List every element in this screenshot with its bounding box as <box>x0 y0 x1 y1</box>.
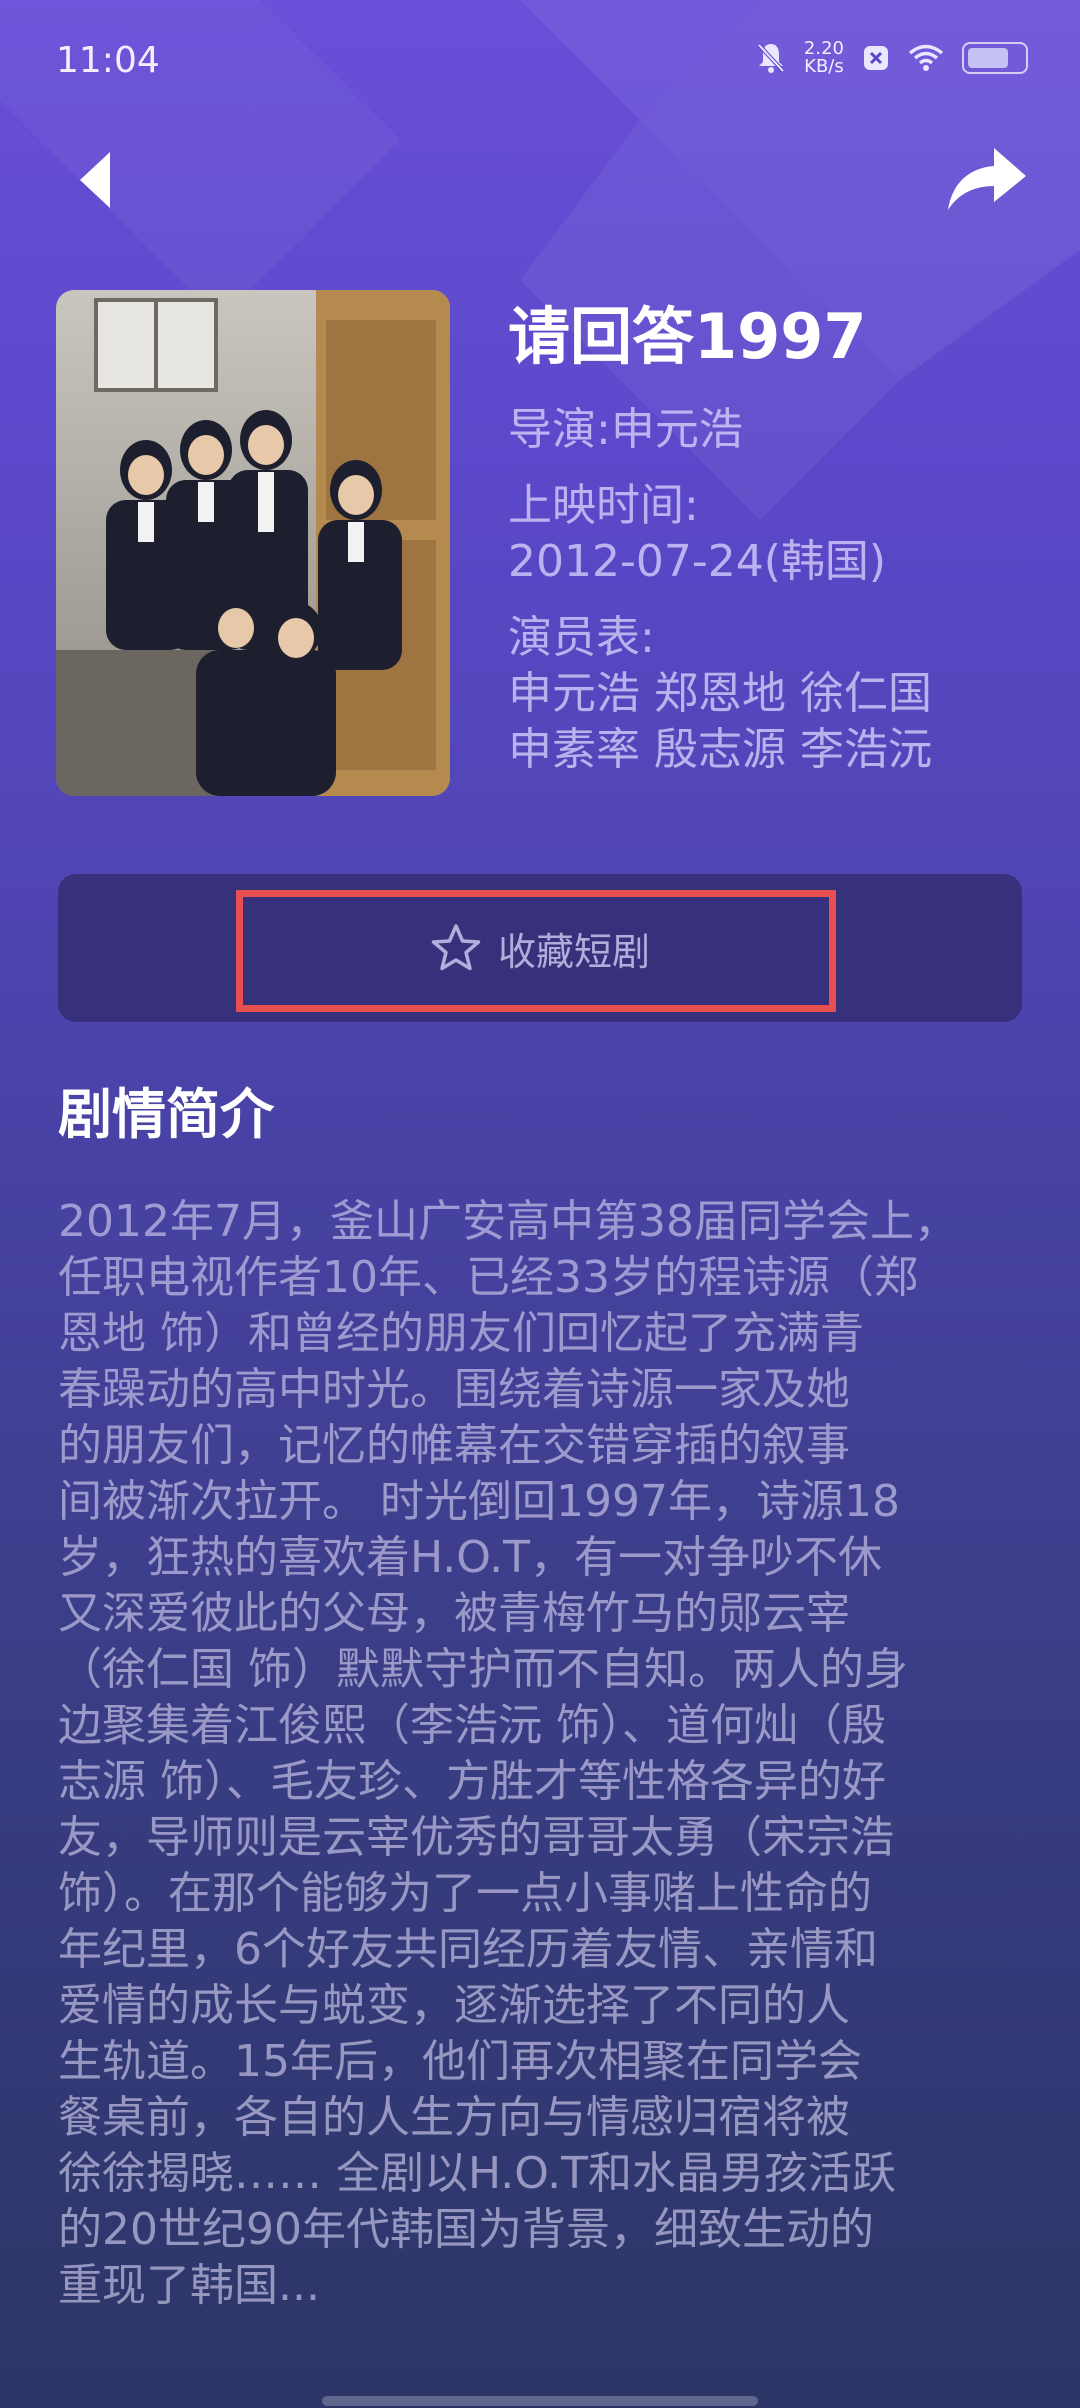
status-icons: 2.20 KB/s <box>756 40 1028 76</box>
cast-line-2: 申素率 殷志源 李浩沅 <box>508 724 932 775</box>
app-notification-icon <box>864 46 888 70</box>
network-speed-unit: KB/s <box>804 56 844 77</box>
synopsis-line: 岁，狂热的喜欢着H.O.T，有一对争吵不休 <box>58 1532 883 1583</box>
synopsis-line: 饰）。在那个能够为了一点小事赌上性命的 <box>58 1868 872 1919</box>
status-bar: 11:04 2.20 KB/s <box>0 0 1080 120</box>
poster-image <box>56 290 450 796</box>
battery-level <box>968 48 1008 68</box>
synopsis-line: 年纪里，6个好友共同经历着友情、亲情和 <box>58 1924 878 1975</box>
synopsis-line: 重现了韩国... <box>58 2260 320 2311</box>
battery-icon <box>962 42 1028 74</box>
home-indicator[interactable] <box>322 2396 758 2406</box>
synopsis-line: （徐仁国 饰）默默守护而不自知。两人的身 <box>58 1644 908 1695</box>
release-value: 2012-07-24(韩国) <box>508 536 887 587</box>
synopsis-line: 间被渐次拉开。 时光倒回1997年，诗源18 <box>58 1476 900 1527</box>
synopsis-line: 任职电视作者10年、已经33岁的程诗源（郑 <box>58 1252 918 1303</box>
synopsis-line: 徐徐揭晓…… 全剧以H.O.T和水晶男孩活跃 <box>58 2148 896 2199</box>
release-block: 上映时间: 2012-07-24(韩国) <box>508 478 1028 590</box>
release-label: 上映时间: <box>508 480 699 531</box>
wifi-icon <box>908 44 944 71</box>
synopsis-line: 生轨道。15年后，他们再次相聚在同学会 <box>58 2036 862 2087</box>
synopsis-line: 又深爱彼此的父母，被青梅竹马的郧云宰 <box>58 1588 850 1639</box>
synopsis-line: 爱情的成长与蜕变，逐渐选择了不同的人 <box>58 1980 850 2031</box>
drama-info: 请回答1997 导演:申元浩 上映时间: 2012-07-24(韩国) 演员表:… <box>508 296 1028 798</box>
synopsis-line: 餐桌前，各自的人生方向与情感归宿将被 <box>58 2092 850 2143</box>
synopsis-line: 的20世纪90年代韩国为背景，细致生动的 <box>58 2204 874 2255</box>
drama-title: 请回答1997 <box>508 300 867 373</box>
network-speed: 2.20 KB/s <box>804 40 844 76</box>
synopsis-text: 2012年7月，釜山广安高中第38届同学会上， 任职电视作者10年、已经33岁的… <box>58 1194 1022 2314</box>
director-text: 导演:申元浩 <box>508 404 743 455</box>
mute-bell-icon <box>757 43 785 73</box>
synopsis-line: 2012年7月，釜山广安高中第38届同学会上， <box>58 1196 958 1247</box>
director-block: 导演:申元浩 <box>508 402 1028 458</box>
share-arrow-icon[interactable] <box>944 140 1028 220</box>
synopsis-line: 友，导师则是云宰优秀的哥哥太勇（宋宗浩 <box>58 1812 894 1863</box>
favorite-highlight-box <box>236 890 836 1012</box>
cast-line-1: 申元浩 郑恩地 徐仁国 <box>508 668 932 719</box>
synopsis-line: 春躁动的高中时光。围绕着诗源一家及她 <box>58 1364 850 1415</box>
synopsis-line: 边聚集着江俊熙（李浩沅 饰）、道何灿（殷 <box>58 1700 886 1751</box>
synopsis-heading: 剧情简介 <box>58 1083 274 1146</box>
status-time: 11:04 <box>56 40 160 81</box>
cast-label: 演员表: <box>508 612 655 663</box>
synopsis-line: 志源 饰）、毛友珍、方胜才等性格各异的好 <box>58 1756 886 1807</box>
synopsis-line: 恩地 饰）和曾经的朋友们回忆起了充满青 <box>58 1308 864 1359</box>
back-arrow-icon[interactable] <box>62 140 132 220</box>
cast-block: 演员表: 申元浩 郑恩地 徐仁国 申素率 殷志源 李浩沅 <box>508 610 1028 778</box>
synopsis-line: 的朋友们，记忆的帷幕在交错穿插的叙事 <box>58 1420 850 1471</box>
